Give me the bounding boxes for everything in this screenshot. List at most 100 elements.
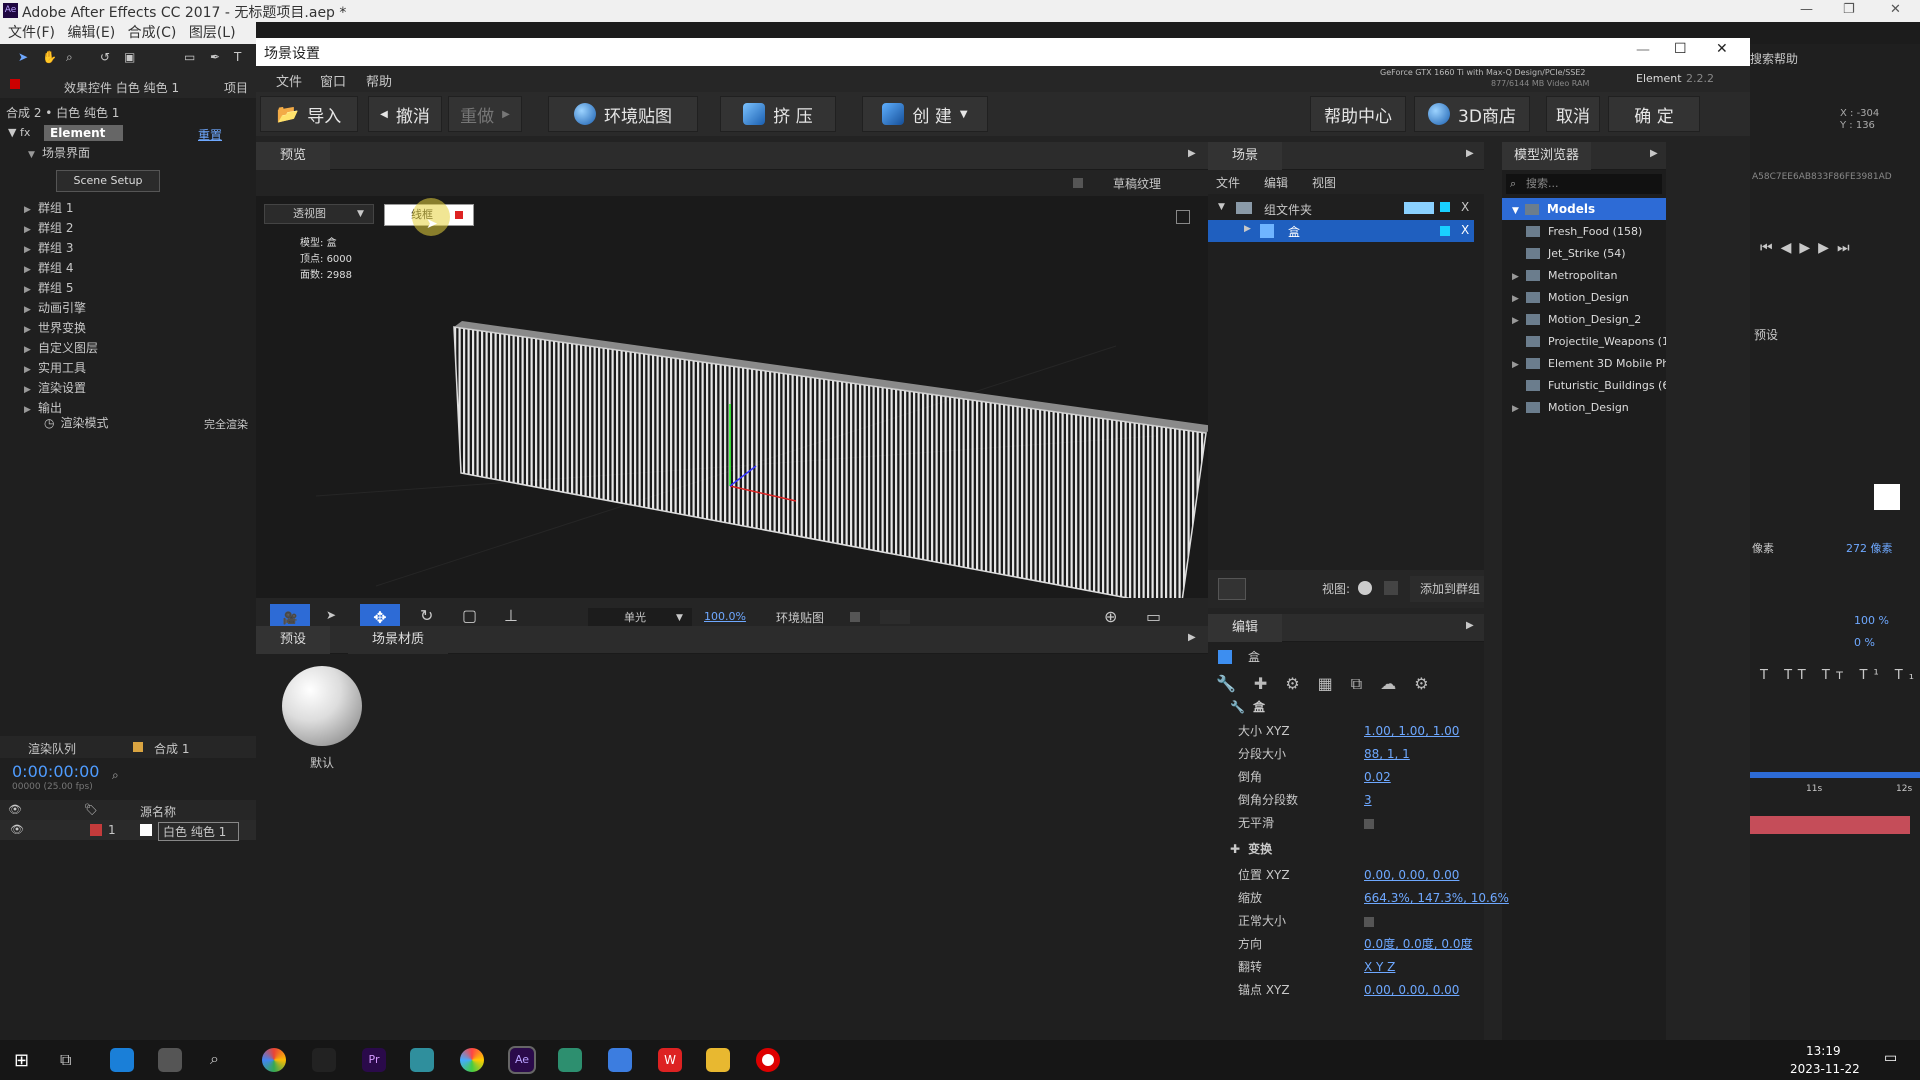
expand-icon[interactable]: ▶ [24,200,38,220]
shaded-view-icon[interactable] [1358,581,1372,595]
redo-button[interactable]: 重做 ▶ [448,96,522,132]
expand-icon[interactable]: ▶ [1512,288,1526,310]
wire-view-icon[interactable] [1384,581,1398,595]
tab-effect-controls[interactable]: 效果控件 白色 纯色 1 [64,79,179,96]
help-center-button[interactable]: 帮助中心 [1310,96,1406,132]
expand-icon[interactable]: ▶ [24,240,38,260]
ok-button[interactable]: 确 定 [1608,96,1700,132]
dialog-minimize-icon[interactable]: — [1636,42,1650,58]
reset-link[interactable]: 重置 [198,126,222,143]
tab-model-browser[interactable]: 模型浏览器 [1502,142,1592,170]
search-help[interactable]: 搜索帮助 [1750,50,1798,67]
group-visible-checkbox[interactable] [1440,202,1450,212]
windows-start-icon[interactable]: ⊞ [14,1050,29,1071]
select-mode-icon[interactable]: ➤ [326,608,336,622]
effect-group-item[interactable]: ▶ 渲染设置 [24,378,98,398]
import-button[interactable]: 📂 导入 [260,96,358,132]
hand-tool-icon[interactable]: ✋ [42,50,57,64]
expand-icon[interactable]: ▶ [24,320,38,340]
panel-close-icon[interactable] [10,79,20,89]
scene-menu-icon[interactable]: ▶ [1466,148,1474,159]
group-delete-icon[interactable]: X [1461,200,1469,214]
expand-icon[interactable]: ▶ [24,220,38,240]
work-area-bar[interactable] [1750,772,1920,778]
app-icon-s[interactable] [410,1048,434,1072]
mail-icon[interactable] [608,1048,632,1072]
effect-group-item[interactable]: ▶ 世界变换 [24,318,98,338]
menu-composition[interactable]: 合成(C) [128,25,177,41]
effect-group-item[interactable]: ▶ 实用工具 [24,358,98,378]
copy-icon[interactable]: ⧉ [1351,674,1380,693]
expand-icon[interactable]: ▶ [24,300,38,320]
rectangle-tool-icon[interactable]: ▭ [184,50,195,64]
dialog-menu-window[interactable]: 窗口 [320,71,346,90]
clock-time[interactable]: 13:19 [1806,1044,1841,1058]
object-expand-icon[interactable]: ▶ [1244,224,1251,234]
library-folder-item[interactable]: Projectile_Weapons (107 [1512,330,1666,352]
focus-target-icon[interactable]: ⊕ [1104,607,1117,626]
presets-menu-icon[interactable]: ▶ [1188,632,1196,643]
envmap-swatch[interactable] [880,610,910,624]
extrude-button[interactable]: 挤 压 [720,96,836,132]
task-view-icon[interactable]: ⧉ [60,1050,71,1070]
effect-group-item[interactable]: ▶ 群组 4 [24,258,98,278]
draft-texture-checkbox[interactable] [1073,178,1083,188]
fill-color-swatch[interactable] [1874,484,1900,510]
dialog-maximize-icon[interactable]: ☐ [1674,41,1687,57]
screen-icon[interactable]: ▭ [1146,607,1161,626]
play-icon[interactable]: ▶ [1799,240,1818,256]
text-style-buttons[interactable]: T TT Tт T¹ T₁ [1760,668,1920,683]
text-tool-icon[interactable]: T [234,50,241,64]
library-folder-item[interactable]: Futuristic_Buildings (60) [1512,374,1666,396]
folder-expand-icon[interactable]: ▼ [1218,202,1225,212]
wps-icon[interactable]: W [658,1048,682,1072]
material-preview-sphere[interactable] [282,666,362,746]
qq-icon[interactable] [312,1048,336,1072]
light-select[interactable]: 单光 ▼ [588,608,692,628]
property-value[interactable]: 664.3%, 147.3%, 10.6% [1364,887,1509,910]
selection-tool-icon[interactable]: ➤ [18,50,28,64]
edit-menu-icon[interactable]: ▶ [1466,620,1474,631]
property-value[interactable]: X Y Z [1364,956,1395,979]
property-value[interactable]: 88, 1, 1 [1364,743,1410,766]
expand-icon[interactable]: ▶ [24,360,38,380]
expand-icon[interactable]: ▶ [1512,398,1526,418]
tab-presets[interactable]: 预设 [256,626,331,654]
scale-pct-2[interactable]: 0 % [1854,636,1875,649]
effect-group-item[interactable]: ▶ 群组 5 [24,278,98,298]
tab-project[interactable]: 项目 [224,79,248,96]
clock-date[interactable]: 2023-11-22 [1790,1062,1860,1076]
layer-duration-bar[interactable] [1750,816,1910,834]
timeline-search-icon[interactable]: ⌕ [112,768,119,783]
envmap-checkbox[interactable] [850,612,860,622]
effect-group-item[interactable]: ▶ 群组 2 [24,218,98,238]
tab-preview[interactable]: 预览 [256,142,331,170]
prev-frame-icon[interactable]: ◀ [1781,240,1800,256]
effect-group-item[interactable]: ▶ 自定义图层 [24,338,98,358]
library-folder-item[interactable]: ▶ Metropolitan [1512,264,1666,286]
app-icon-2[interactable] [158,1048,182,1072]
edge-browser-icon[interactable] [110,1048,134,1072]
expand-icon[interactable]: ▶ [24,260,38,280]
expand-icon[interactable]: ▶ [24,400,38,420]
dialog-menu-help[interactable]: 帮助 [366,71,392,90]
library-folder-item[interactable]: ▶Element 3D Mobile Phone [1512,352,1666,374]
restore-icon[interactable]: ❐ [1843,2,1855,17]
next-frame-icon[interactable]: ▶ [1818,240,1837,256]
effect-group-item[interactable]: ▶ 群组 3 [24,238,98,258]
layer-label-color[interactable] [90,824,102,836]
effect-group-item[interactable]: ▶ 群组 1 [24,198,98,218]
expand-icon[interactable]: ▶ [24,340,38,360]
panel-menu-icon[interactable]: ▶ [1188,148,1196,159]
scene-object-row[interactable]: ▶ 盒 X [1208,220,1474,242]
pycharm-icon[interactable] [558,1048,582,1072]
group-color-swatch[interactable] [1404,202,1434,214]
layer-name[interactable]: 白色 纯色 1 [158,822,240,841]
undo-button[interactable]: ◀ 撤消 [368,96,442,132]
scene-setup-button[interactable]: Scene Setup [56,170,160,192]
scene-menu-edit[interactable]: 编辑 [1264,174,1288,191]
tab-comp-1[interactable]: 合成 1 [154,740,189,757]
library-folder-item[interactable]: Fresh_Food (158) [1512,220,1666,242]
object-visible-checkbox[interactable] [1440,226,1450,236]
minimize-icon[interactable]: — [1800,2,1813,17]
